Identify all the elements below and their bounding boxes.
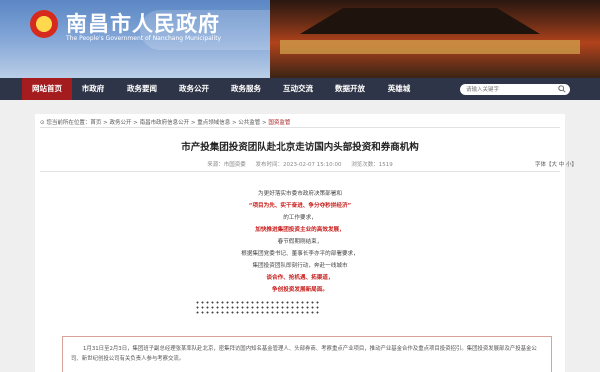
national-emblem-icon — [30, 10, 58, 38]
nav-item-home[interactable]: 网站首页 — [22, 78, 72, 100]
article-line: 加快推进集团投资主业的高效发展， — [255, 227, 345, 233]
nav-item-open-data[interactable]: 数据开放 — [324, 78, 376, 100]
search-input[interactable] — [460, 84, 570, 95]
article-line: 的工作要求， — [283, 215, 317, 221]
site-title[interactable]: 南昌市人民政府 — [66, 8, 220, 38]
font-size-selector[interactable]: 字体【大 中 小】 — [535, 160, 577, 168]
article-intro-box: 1月31日至2月3日，集团班子副总经理张某率队赴北京，密集拜访国内知名基金管理人… — [62, 336, 552, 372]
divider — [40, 127, 560, 128]
site-subtitle: The People's Government of Nanchang Muni… — [66, 35, 222, 42]
article-line: 集团投资团队即刻行动，奔赴一线城市 — [252, 263, 348, 269]
search-icon[interactable] — [558, 85, 566, 93]
nav-item-hero-city[interactable]: 英雄城 — [376, 78, 422, 100]
article-meta: 来源：市国资委 发布时间：2023-02-07 15:10:00 浏览次数：15… — [0, 160, 600, 168]
article-line: 为更好落实市委市政府决策部署和 — [258, 191, 342, 197]
location-icon: ⊙ — [40, 120, 45, 126]
article-line: “项目为先、实干奋进、争分夺秒拼经济” — [248, 203, 352, 209]
breadcrumb: ⊙ 您当前所在位置：首页 > 政务公开 > 南昌市政府信息公开 > 重点领域信息… — [40, 118, 290, 126]
decorative-dot-pattern — [195, 300, 320, 316]
banner-roof-trim — [280, 40, 580, 54]
breadcrumb-prefix: 您当前所在位置： — [46, 120, 91, 126]
breadcrumb-path[interactable]: 首页 > 政务公开 > 南昌市政府信息公开 > 重点领域信息 > 公共监管 > — [90, 120, 268, 126]
article-line: 春节假期刚结束， — [277, 239, 323, 245]
article-source: 来源：市国资委 — [207, 162, 246, 168]
nav-item-news[interactable]: 政务要闻 — [116, 78, 168, 100]
nav-item-disclosure[interactable]: 政务公开 — [168, 78, 220, 100]
article-line: 谈合作、抢机遇、拓渠道， — [266, 275, 334, 281]
article-title: 市产投集团投资团队赴北京走访国内头部投资和券商机构 — [181, 142, 419, 153]
nav-item-services[interactable]: 政务服务 — [220, 78, 272, 100]
nav-item-interaction[interactable]: 互动交流 — [272, 78, 324, 100]
divider — [40, 171, 560, 172]
breadcrumb-current[interactable]: 国资监管 — [268, 120, 290, 126]
article-line: 根据集团党委书记、董事长李亦平的部署要求， — [241, 251, 359, 257]
article-date: 发布时间：2023-02-07 15:10:00 — [255, 162, 342, 168]
article-views: 浏览次数：1519 — [351, 162, 393, 168]
nav-item-government[interactable]: 市政府 — [72, 78, 114, 100]
article-line: 争创投资发展新局面。 — [272, 287, 328, 293]
